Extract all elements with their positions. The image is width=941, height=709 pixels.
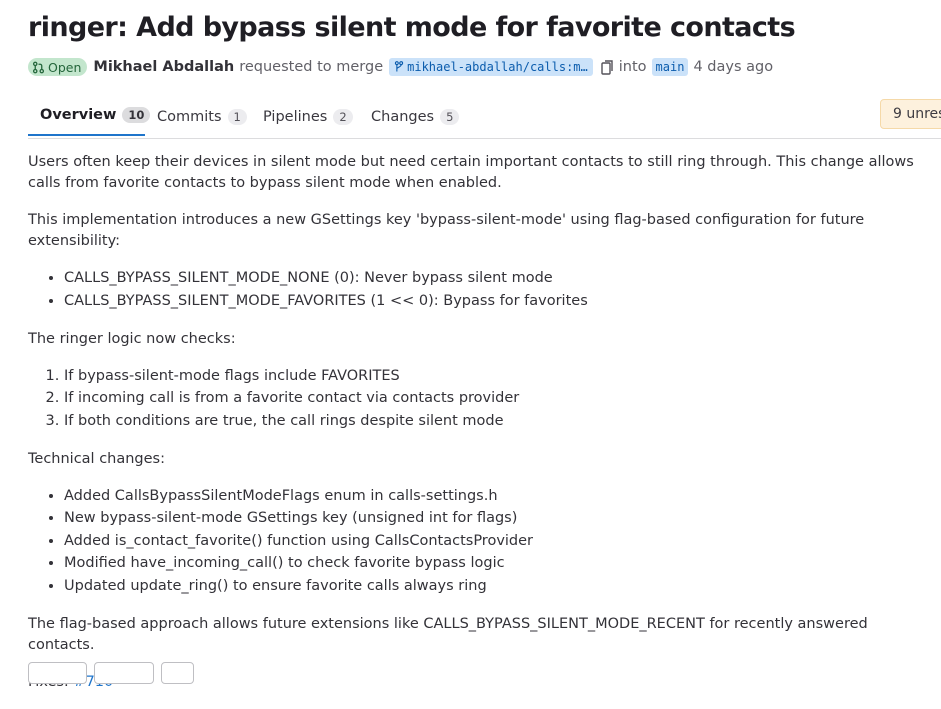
source-branch[interactable]: mikhael-abdallah/calls:m… [389,58,593,76]
copy-icon [601,59,613,75]
add-reaction-button[interactable] [161,662,194,684]
author-link[interactable]: Mikhael Abdallah [93,59,234,75]
status-badge: Open [28,58,88,76]
into-text: into [618,59,647,75]
mr-tabs: Overview 10 Commits 1 Pipelines 2 Change… [28,96,941,139]
tab-label: Changes [371,108,435,125]
description-paragraph: The ringer logic now checks: [28,330,236,347]
list-item: If incoming call is from a favorite cont… [64,388,928,409]
branch-icon [394,61,404,72]
reaction-button[interactable] [94,662,154,684]
target-branch[interactable]: main [651,58,689,76]
list-item: If both conditions are true, the call ri… [64,411,928,432]
list-item: CALLS_BYPASS_SILENT_MODE_FAVORITES (1 <<… [64,291,928,312]
tab-count: 10 [122,107,151,123]
changes-list: Added CallsBypassSilentModeFlags enum in… [28,486,928,597]
description-paragraph: Users often keep their devices in silent… [28,154,914,191]
list-item: Added CallsBypassSilentModeFlags enum in… [64,486,928,507]
description-paragraph: This implementation introduces a new GSe… [28,212,865,249]
mr-description: Users often keep their devices in silent… [28,152,928,709]
status-label: Open [48,59,82,75]
tab-commits[interactable]: Commits 1 [157,96,247,137]
logic-list: If bypass-silent-mode flags include FAVO… [28,366,928,432]
list-item: Added is_contact_favorite() function usi… [64,531,928,552]
merge-request-meta: Open Mikhael Abdallah requested to merge… [28,56,773,78]
tab-count: 1 [227,108,247,125]
list-item: Modified have_incoming_call() to check f… [64,553,928,574]
reaction-button[interactable] [28,662,87,684]
description-paragraph: Technical changes: [28,450,165,467]
tab-count: 2 [333,108,353,125]
flags-list: CALLS_BYPASS_SILENT_MODE_NONE (0): Never… [28,268,928,312]
list-item: If bypass-silent-mode flags include FAVO… [64,366,928,387]
source-branch-label: mikhael-abdallah/calls:m… [407,60,588,74]
tab-label: Overview [40,107,117,123]
list-item: New bypass-silent-mode GSettings key (un… [64,508,928,529]
list-item: Updated update_ring() to ensure favorite… [64,576,928,597]
list-item: CALLS_BYPASS_SILENT_MODE_NONE (0): Never… [64,268,928,289]
requested-text: requested to merge [239,59,384,75]
page-title: ringer: Add bypass silent mode for favor… [28,12,796,43]
tab-changes[interactable]: Changes 5 [371,96,460,137]
description-paragraph: The flag-based approach allows future ex… [28,615,868,653]
tab-label: Pipelines [263,108,328,125]
unresolved-threads-button[interactable]: 9 unresolved [880,99,941,129]
merge-request-icon [32,61,45,73]
tab-count: 5 [440,108,460,125]
created-time: 4 days ago [693,59,774,75]
tab-pipelines[interactable]: Pipelines 2 [263,96,353,137]
tab-label: Commits [157,108,222,125]
copy-branch-button[interactable] [601,59,614,75]
tab-overview[interactable]: Overview 10 [28,96,151,136]
